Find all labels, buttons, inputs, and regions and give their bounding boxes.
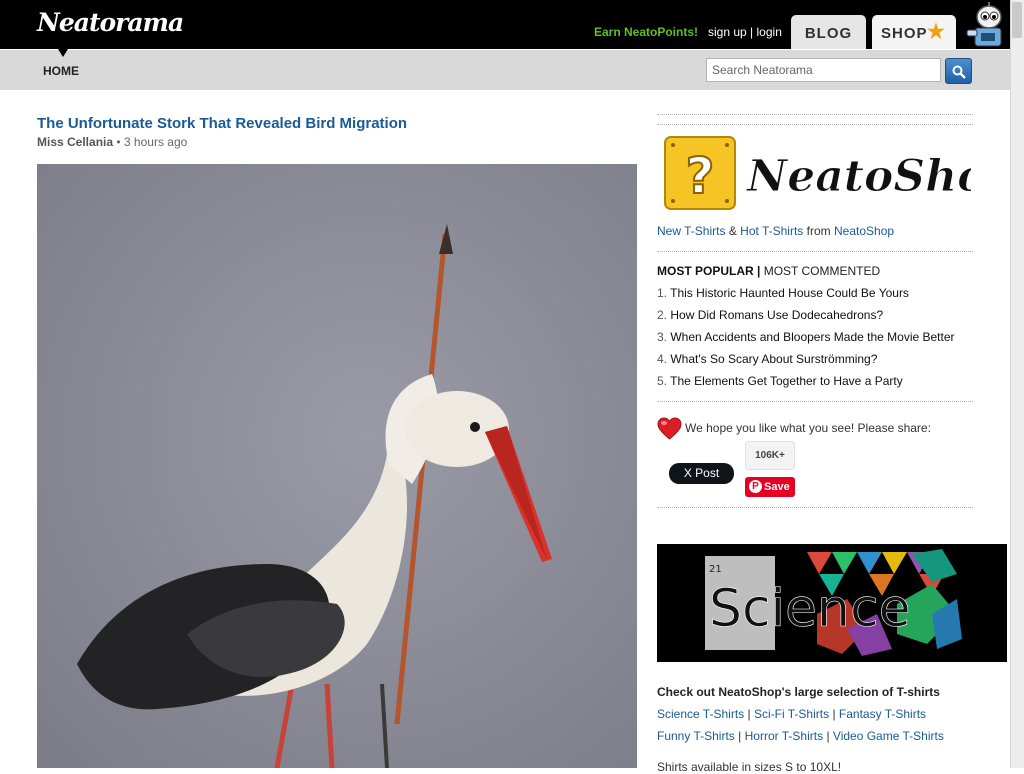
list-item-number: 2. [657, 308, 668, 322]
list-item: 1. This Historic Haunted House Could Be … [657, 286, 955, 308]
scrollbar-track[interactable] [1010, 0, 1024, 768]
list-item: 4. What's So Scary About Surströmming? [657, 352, 955, 374]
popular-tabs: MOST POPULAR | MOST COMMENTED [657, 264, 880, 278]
sidebar-divider [657, 507, 973, 508]
robot-mascot-icon[interactable] [963, 2, 1009, 49]
popular-post-link[interactable]: When Accidents and Bloopers Made the Mov… [670, 330, 954, 344]
hot-tshirts-link[interactable]: Hot T-Shirts [740, 224, 803, 238]
tab-shop[interactable]: SHOP ★ [872, 15, 956, 49]
nav-bar: HOME [0, 49, 1010, 90]
search-input[interactable] [706, 58, 941, 82]
byline-bullet: • [116, 135, 121, 149]
popular-post-link[interactable]: The Elements Get Together to Have a Part… [670, 374, 903, 388]
sidebar-divider [657, 114, 973, 115]
scrollbar-thumb[interactable] [1012, 2, 1022, 38]
list-item: 3. When Accidents and Bloopers Made the … [657, 330, 955, 352]
pinterest-icon: P [749, 480, 762, 493]
share-prompt: We hope you like what you see! Please sh… [685, 421, 931, 435]
list-item: 2. How Did Romans Use Dodecahedrons? [657, 308, 955, 330]
tshirt-category-links: Funny T-Shirts | Horror T-Shirts | Video… [657, 729, 944, 743]
sizes-note: Shirts available in sizes S to 10XL! [657, 760, 842, 774]
link-separator: | [832, 707, 836, 721]
tab-shop-label: SHOP [881, 25, 928, 42]
save-label: Save [764, 481, 790, 493]
tab-most-popular[interactable]: MOST POPULAR [657, 264, 754, 278]
list-item: 5. The Elements Get Together to Have a P… [657, 374, 955, 396]
funny-tshirts-link[interactable]: Funny T-Shirts [657, 729, 735, 743]
search-button[interactable] [945, 58, 972, 84]
auth-separator: | [750, 25, 754, 39]
article-hero-image[interactable] [37, 164, 637, 768]
magnifier-icon [952, 65, 966, 79]
neatorama-logo[interactable]: Neatorama [37, 8, 184, 37]
shirts-from: from [806, 224, 831, 238]
neatoshop-banner[interactable]: ? NeatoShop [663, 133, 971, 213]
link-separator: | [738, 729, 742, 743]
post-title[interactable]: The Unfortunate Stork That Revealed Bird… [37, 115, 407, 132]
signup-link[interactable]: sign up [708, 25, 747, 39]
pinterest-save-button[interactable]: P Save [745, 477, 795, 497]
author-link[interactable]: Miss Cellania [37, 135, 113, 149]
popular-tab-divider: | [757, 264, 761, 278]
horror-tshirts-link[interactable]: Horror T-Shirts [745, 729, 823, 743]
fantasy-tshirts-link[interactable]: Fantasy T-Shirts [839, 707, 926, 721]
tab-blog[interactable]: BLOG [791, 15, 866, 49]
post-byline: Miss Cellania • 3 hours ago [37, 135, 187, 149]
tab-most-commented[interactable]: MOST COMMENTED [764, 264, 880, 278]
popular-post-link[interactable]: How Did Romans Use Dodecahedrons? [670, 308, 883, 322]
logo-pointer [58, 49, 68, 57]
sidebar-divider [657, 251, 973, 252]
post-time: 3 hours ago [123, 135, 188, 149]
scifi-tshirts-link[interactable]: Sci-Fi T-Shirts [754, 707, 829, 721]
shirts-amp: & [728, 224, 737, 238]
list-item-number: 3. [657, 330, 668, 344]
tshirt-category-links: Science T-Shirts | Sci-Fi T-Shirts | Fan… [657, 707, 926, 721]
login-link[interactable]: login [757, 25, 782, 39]
science-tshirts-link[interactable]: Science T-Shirts [657, 707, 744, 721]
sidebar-divider [657, 401, 973, 402]
link-separator: | [826, 729, 830, 743]
earn-neatopoints-link[interactable]: Earn NeatoPoints! [594, 25, 698, 39]
x-post-button[interactable]: X Post [669, 463, 734, 484]
nav-home-link[interactable]: HOME [43, 64, 79, 78]
svg-text:?: ? [685, 147, 714, 205]
element-number: 21 [709, 564, 722, 575]
stork-photo [37, 164, 637, 768]
science-ad-graphic: 21 Science [657, 544, 1007, 662]
popular-list: 1. This Historic Haunted House Could Be … [657, 286, 955, 396]
science-shirt-ad[interactable]: 21 Science [657, 544, 1007, 662]
list-item-number: 1. [657, 286, 668, 300]
share-count-badge: 106K+ [745, 441, 795, 470]
star-icon: ★ [927, 21, 946, 43]
science-word: Science [709, 579, 911, 639]
videogame-tshirts-link[interactable]: Video Game T-Shirts [833, 729, 944, 743]
popular-post-link[interactable]: What's So Scary About Surströmming? [670, 352, 877, 366]
tshirts-line: New T-Shirts & Hot T-Shirts from NeatoSh… [657, 224, 894, 238]
top-bar: Neatorama Earn NeatoPoints! sign up | lo… [0, 0, 1010, 49]
sidebar-divider [657, 124, 973, 125]
popular-post-link[interactable]: This Historic Haunted House Could Be You… [670, 286, 909, 300]
list-item-number: 4. [657, 352, 668, 366]
neatoshop-banner-text: NeatoShop [745, 151, 971, 202]
auth-links: sign up | login [708, 25, 782, 39]
tshirt-promo-heading: Check out NeatoShop's large selection of… [657, 685, 940, 699]
list-item-number: 5. [657, 374, 668, 388]
link-separator: | [747, 707, 751, 721]
neatoshop-link[interactable]: NeatoShop [834, 224, 894, 238]
new-tshirts-link[interactable]: New T-Shirts [657, 224, 725, 238]
